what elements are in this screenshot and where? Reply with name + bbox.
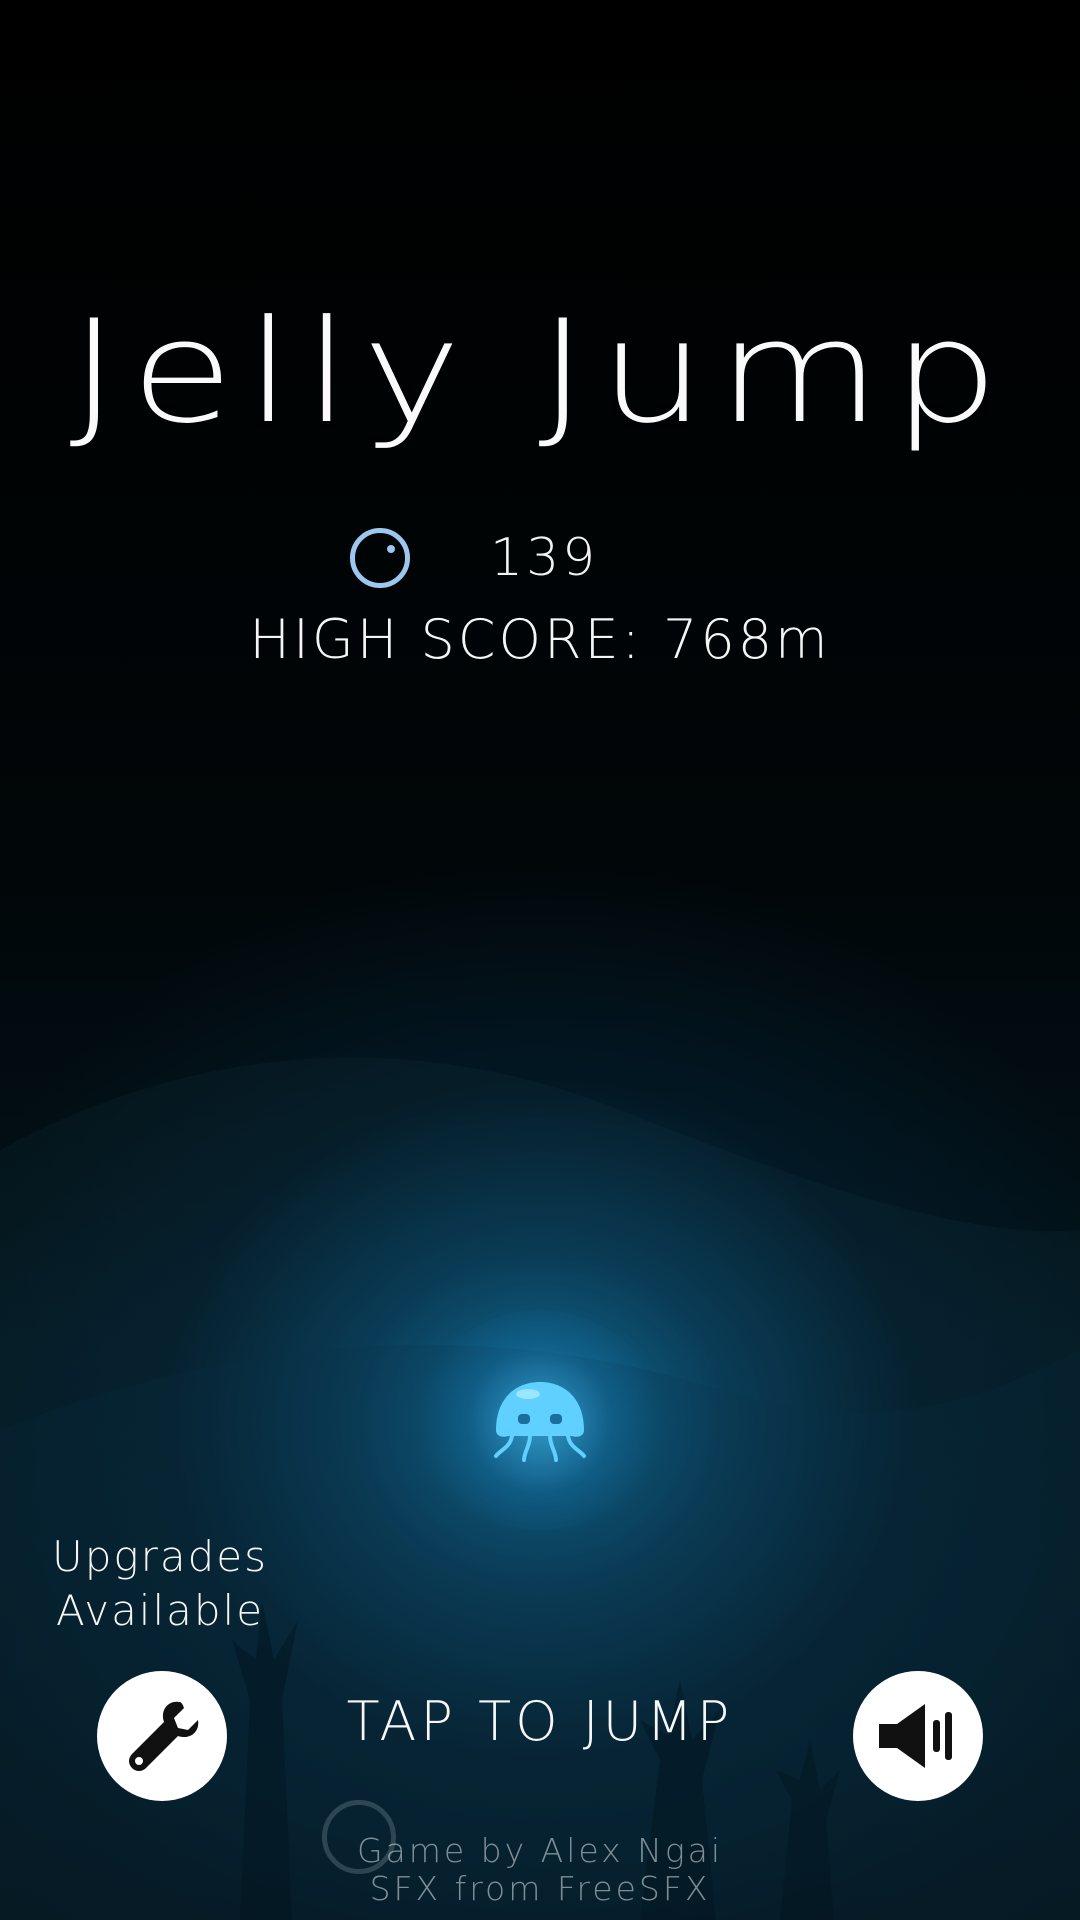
game-screen[interactable]: Jelly Jump 139 HIGH SCORE: 768m Upgrades… — [0, 0, 1080, 1920]
upgrades-available-label: Upgrades Available — [20, 1530, 300, 1638]
speaker-icon — [879, 1704, 952, 1768]
credits: Game by Alex Ngai SFX from FreeSFX — [0, 1832, 1080, 1908]
high-score: HIGH SCORE: 768m — [249, 608, 831, 671]
bubble-count: 139 — [490, 528, 599, 588]
bubble-counter: 139 — [350, 528, 598, 588]
sound-toggle-button[interactable] — [853, 1671, 983, 1801]
credit-game-by: Game by Alex Ngai — [356, 1831, 724, 1870]
upgrades-line-2: Available — [55, 1586, 265, 1635]
credit-sfx: SFX from FreeSFX — [369, 1869, 711, 1908]
upgrades-line-1: Upgrades — [52, 1532, 268, 1581]
jellyfish-icon — [494, 1382, 586, 1462]
game-title: Jelly Jump — [69, 290, 1011, 455]
bubble-icon — [350, 528, 410, 588]
